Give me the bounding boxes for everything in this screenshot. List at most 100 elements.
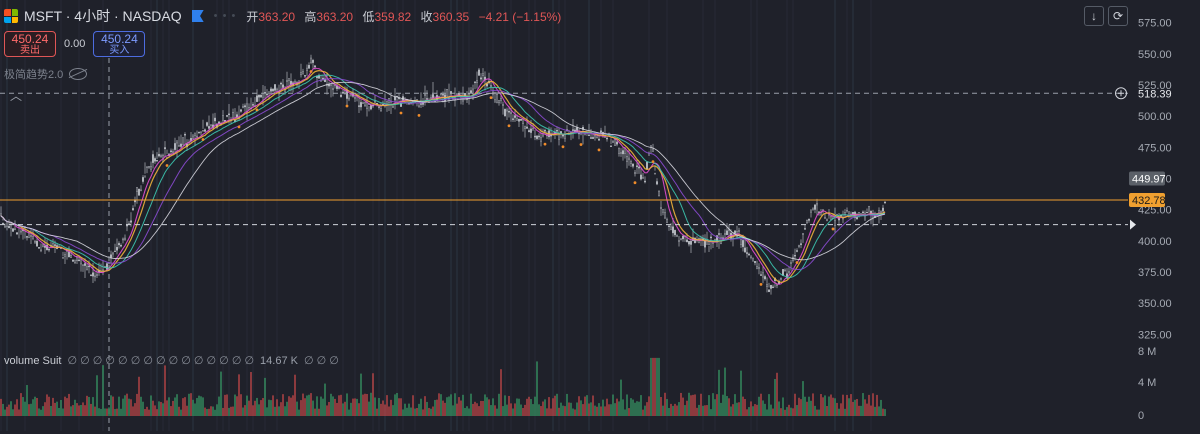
candle-body <box>92 272 94 277</box>
volume-bar <box>288 396 290 416</box>
candle-body <box>222 115 224 121</box>
candle-body <box>806 220 808 223</box>
volume-title[interactable]: volume Suit <box>4 355 61 367</box>
candle-body <box>204 129 206 132</box>
candle-body <box>70 254 72 258</box>
volume-bar <box>84 405 86 416</box>
candle-body <box>726 230 728 236</box>
volume-bar <box>712 393 714 416</box>
volume-bar <box>372 373 374 416</box>
flag-icon[interactable] <box>191 10 204 22</box>
candle-body <box>364 102 366 106</box>
candle-body <box>610 145 612 147</box>
volume-bar <box>200 396 202 416</box>
volume-bar <box>370 392 372 416</box>
volume-bar <box>730 406 732 416</box>
candle-body <box>362 101 364 104</box>
volume-bar <box>364 393 366 416</box>
volume-bar <box>478 406 480 416</box>
volume-bar <box>494 405 496 416</box>
volume-bar <box>170 406 172 416</box>
volume-bar <box>82 402 84 416</box>
candle-body <box>432 94 434 98</box>
volume-bar <box>726 396 728 416</box>
volume-bar <box>518 398 520 416</box>
indicator-name[interactable]: 极简趋势2.0 <box>4 66 63 82</box>
candle-body <box>82 264 84 266</box>
candle-body <box>826 218 828 222</box>
volume-bar <box>734 394 736 416</box>
candle-body <box>182 137 184 145</box>
candle-body <box>112 252 114 255</box>
session-stripe <box>372 0 374 431</box>
candle-body <box>174 143 176 150</box>
candle-body <box>612 141 614 143</box>
volume-bar <box>304 398 306 416</box>
volume-bar <box>748 407 750 416</box>
candle-body <box>498 100 500 104</box>
volume-bar <box>522 407 524 416</box>
volume-bar <box>760 393 762 416</box>
candle-body <box>490 85 492 87</box>
sell-button[interactable]: 450.24 卖出 <box>4 31 56 57</box>
volume-bar <box>876 394 878 416</box>
candle-body <box>124 237 126 241</box>
volume-bar <box>10 401 12 416</box>
arrow-down-icon[interactable]: ↓ <box>1084 6 1104 26</box>
session-stripe <box>792 0 794 431</box>
price-tick-label: 500.00 <box>1138 111 1172 123</box>
candle-body <box>140 189 142 192</box>
reset-icon[interactable]: ⟳ <box>1108 6 1128 26</box>
volume-bar <box>700 393 702 416</box>
candle-body <box>192 135 194 140</box>
candle-body <box>526 126 528 129</box>
volume-bar <box>196 398 198 416</box>
session-stripe <box>702 0 704 431</box>
candle-body <box>588 134 590 136</box>
volume-bar <box>150 395 152 416</box>
candle-body <box>170 150 172 153</box>
volume-slot-8: ∅ <box>168 355 182 367</box>
candle-body <box>638 166 640 169</box>
volume-bar <box>140 396 142 416</box>
candle-body <box>418 105 420 108</box>
hide-eye-icon[interactable] <box>69 68 88 80</box>
volume-bar <box>258 404 260 416</box>
volume-bar <box>134 403 136 416</box>
volume-bar <box>770 404 772 416</box>
volume-bar <box>54 402 56 416</box>
price-tick-label: 375.00 <box>1138 267 1172 279</box>
volume-bar <box>316 396 318 416</box>
session-stripe <box>450 0 452 431</box>
volume-bar <box>488 399 490 416</box>
volume-bar <box>626 394 628 416</box>
volume-bar <box>524 404 526 416</box>
volume-bar <box>546 408 548 416</box>
candle-body <box>634 172 636 174</box>
symbol-title[interactable]: MSFT · 4小时 · NASDAQ <box>24 6 182 26</box>
candle-body <box>424 94 426 96</box>
volume-bar <box>232 406 234 416</box>
volume-bar <box>90 403 92 416</box>
candle-body <box>814 204 816 210</box>
candle-body <box>144 175 146 178</box>
volume-bar <box>844 408 846 416</box>
candle-body <box>760 274 762 276</box>
volume-bar <box>146 406 148 416</box>
volume-bar <box>130 399 132 416</box>
volume-bar <box>178 406 180 416</box>
buy-button[interactable]: 450.24 买入 <box>93 31 146 57</box>
volume-bar <box>306 395 308 416</box>
candle-body <box>94 275 96 278</box>
volume-bar <box>652 357 654 416</box>
candle-body <box>74 259 76 263</box>
collapse-chevron-icon[interactable]: ︿ <box>8 88 24 104</box>
volume-bar <box>30 403 32 416</box>
volume-bar <box>368 401 370 416</box>
volume-bar <box>352 398 354 416</box>
candle-body <box>258 94 260 98</box>
volume-slots-after: ∅ ∅ ∅ <box>304 354 339 367</box>
volume-bar <box>638 401 640 416</box>
volume-bar <box>624 409 626 416</box>
volume-bar <box>828 396 830 416</box>
